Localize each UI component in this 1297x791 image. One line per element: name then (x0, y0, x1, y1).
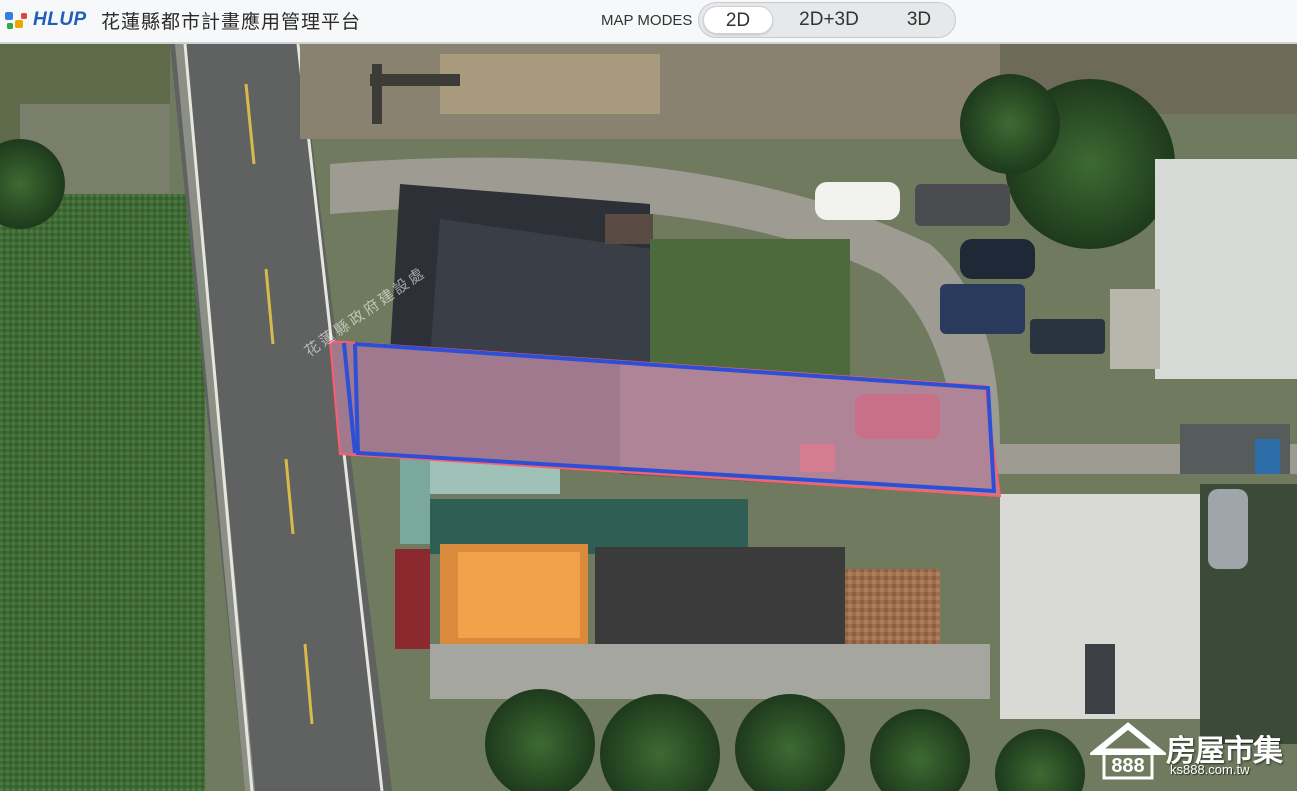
map-canvas[interactable]: 花蓮縣政府建設處 (0, 44, 1297, 791)
map-mode-switch: 2D 2D+3D 3D (698, 2, 956, 38)
watermark-number: 888 (1111, 755, 1144, 777)
platform-title: 花蓮縣都市計畫應用管理平台 (101, 11, 362, 33)
brand-watermark: 888 房屋市集 ks888.com.tw (1087, 722, 1290, 782)
logo-text[interactable]: HLUP (33, 9, 87, 31)
parked-car (915, 184, 1010, 226)
parked-car (1208, 489, 1248, 569)
watermark-url: ks888.com.tw (1170, 762, 1250, 777)
house-logo-icon: 888 (1087, 722, 1169, 780)
top-bar: HLUP 花蓮縣都市計畫應用管理平台 MAP MODES 2D 2D+3D 3D (0, 0, 1297, 44)
parked-truck (1030, 319, 1105, 354)
mode-3d-button[interactable]: 3D (885, 6, 953, 34)
crop-field (0, 194, 205, 791)
white-roof (1155, 159, 1297, 379)
aerial-imagery (0, 44, 1297, 791)
mode-2d-button[interactable]: 2D (703, 6, 773, 34)
parked-truck (940, 284, 1025, 334)
mode-2d3d-button[interactable]: 2D+3D (781, 6, 877, 34)
map-modes-label: MAP MODES (601, 12, 693, 29)
app-root: HLUP 花蓮縣都市計畫應用管理平台 MAP MODES 2D 2D+3D 3D (0, 0, 1297, 791)
parked-car (815, 182, 900, 220)
hlup-logo-icon (5, 12, 27, 29)
parked-car (960, 239, 1035, 279)
